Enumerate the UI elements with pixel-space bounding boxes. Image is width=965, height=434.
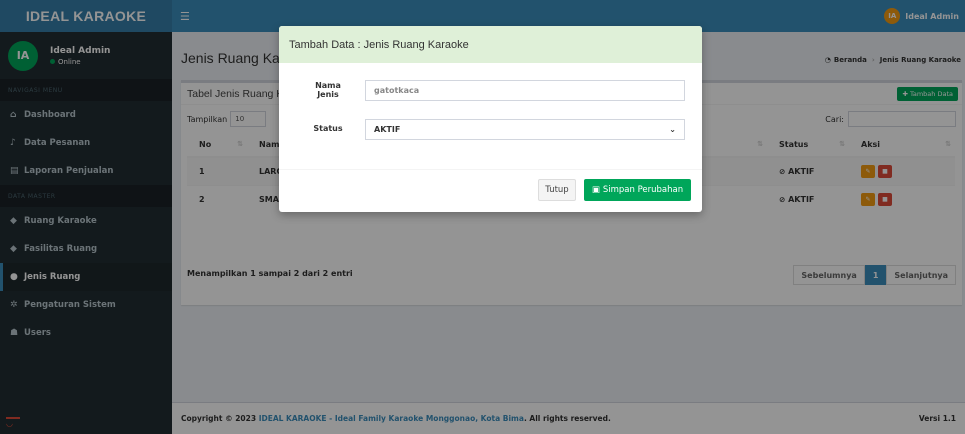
name-input[interactable]: gatotkaca	[365, 80, 685, 101]
save-icon: ▣	[591, 185, 600, 195]
name-label: Nama Jenis	[315, 81, 341, 99]
chevron-down-icon: ⌄	[669, 125, 676, 134]
add-data-modal: Tambah Data : Jenis Ruang Karaoke Nama J…	[279, 26, 702, 212]
modal-title: Tambah Data : Jenis Ruang Karaoke	[279, 26, 702, 63]
save-button[interactable]: ▣ Simpan Perubahan	[584, 179, 691, 201]
status-select[interactable]: AKTIF ⌄	[365, 119, 685, 140]
close-button[interactable]: Tutup	[538, 179, 576, 201]
status-label: Status	[313, 124, 343, 133]
